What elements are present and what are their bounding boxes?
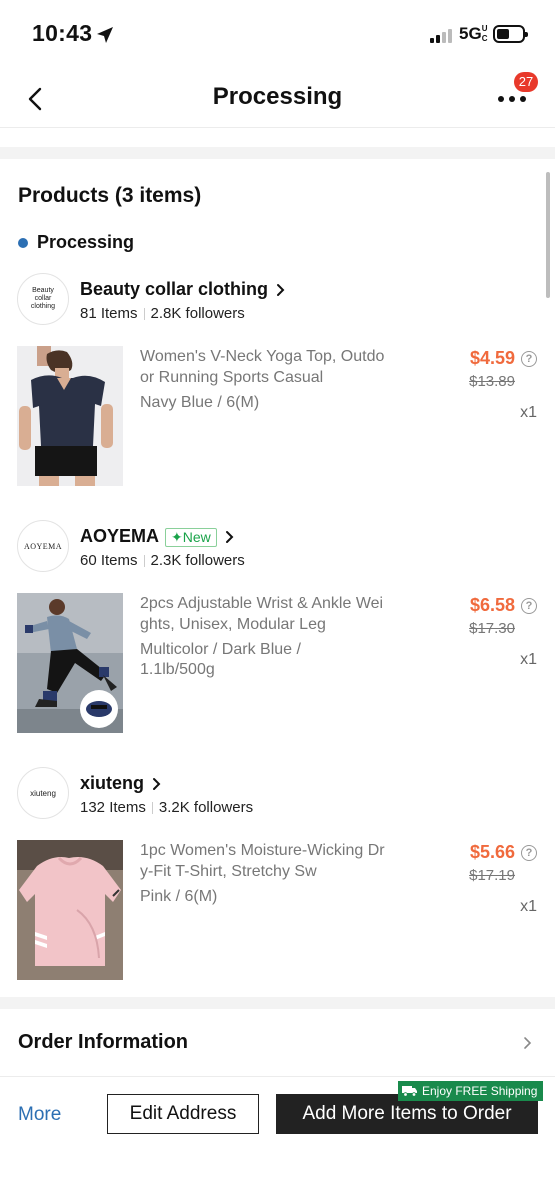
new-store-badge: ✦New: [165, 527, 217, 547]
divider: [0, 997, 555, 1009]
store-items-count: 81 Items: [80, 305, 138, 322]
product-title[interactable]: 1pc Women's Moisture-Wicking Dry-Fit T-S…: [140, 840, 385, 882]
location-arrow-icon: [97, 27, 113, 43]
notification-badge: 27: [514, 72, 538, 92]
status-time: 10:43: [32, 20, 93, 46]
price-value: $5.66: [469, 842, 515, 862]
battery-icon: [493, 25, 528, 43]
truck-icon: [402, 1086, 417, 1097]
page-title: Processing: [212, 83, 343, 110]
store-header[interactable]: xiuteng xiuteng 132 Items 3.2K followers: [17, 767, 537, 827]
product-variant: Pink / 6(M): [140, 888, 218, 905]
chevron-right-icon: [225, 531, 234, 544]
store-items-count: 60 Items: [80, 552, 138, 569]
store-header[interactable]: Beauty collar clothing Beauty collar clo…: [17, 273, 537, 333]
product-title[interactable]: Women's V-Neck Yoga Top, Outdoor Running…: [140, 346, 385, 388]
network-label: 5GUC: [459, 24, 488, 43]
question-icon[interactable]: ?: [521, 844, 537, 861]
product-image[interactable]: [17, 346, 123, 486]
chevron-right-icon: [277, 284, 285, 297]
product-pricing: $5.66? $17.19 x1: [469, 842, 537, 916]
store-header[interactable]: AOYEMA AOYEMA ✦New 60 Items 2.3K followers: [17, 520, 537, 580]
price-value: $6.58: [469, 595, 515, 615]
products-section-title: Products (3 items): [18, 184, 202, 207]
original-price: $17.30: [469, 620, 515, 637]
status-bar: 10:43 5GUC: [0, 0, 555, 70]
store-logo: AOYEMA: [17, 520, 69, 572]
signal-icon: [430, 29, 452, 43]
product-variant: Multicolor / Dark Blue / 1.1lb/500g: [140, 641, 301, 678]
product-image[interactable]: [17, 840, 123, 980]
product-pricing: $4.59? $13.89 x1: [469, 348, 537, 422]
store-followers: 3.2K followers: [158, 799, 254, 816]
store-items-count: 132 Items: [80, 799, 146, 816]
store-followers: 2.3K followers: [150, 552, 245, 569]
store-name-label: Beauty collar clothing: [80, 279, 269, 299]
chevron-right-icon: [153, 778, 161, 791]
product-pricing: $6.58? $17.30 x1: [469, 595, 537, 669]
product-variant: Navy Blue / 6(M): [140, 394, 260, 411]
edit-address-button[interactable]: Edit Address: [107, 1094, 259, 1134]
product-price: $6.58?: [470, 595, 537, 616]
order-information-label: Order Information: [18, 1031, 189, 1053]
scrollbar[interactable]: [546, 172, 550, 298]
store-stats: 132 Items 3.2K followers: [80, 799, 253, 816]
product-quantity: x1: [520, 404, 537, 421]
store-name[interactable]: AOYEMA ✦New: [80, 526, 235, 547]
store-name-label: xiuteng: [80, 773, 145, 793]
chevron-right-icon: [524, 1037, 532, 1049]
question-icon[interactable]: ?: [521, 597, 537, 614]
store-name[interactable]: Beauty collar clothing: [80, 279, 286, 300]
store-followers: 2.8K followers: [150, 305, 245, 322]
status-label: Processing: [37, 232, 135, 252]
status-dot-icon: [18, 237, 28, 248]
store-logo: xiuteng: [17, 767, 69, 819]
product-quantity: x1: [520, 898, 537, 915]
product-price: $4.59?: [470, 348, 537, 369]
store-logo: Beauty collar clothing: [17, 273, 69, 325]
store-name[interactable]: xiuteng: [80, 773, 162, 794]
divider: [0, 129, 555, 159]
store-stats: 60 Items 2.3K followers: [80, 552, 245, 569]
product-item[interactable]: 1pc Women's Moisture-Wicking Dry-Fit T-S…: [17, 840, 537, 980]
package-status: Processing: [18, 232, 134, 253]
store-stats: 81 Items 2.8K followers: [80, 305, 245, 322]
more-link[interactable]: More: [18, 1104, 61, 1126]
store-name-label: AOYEMA: [80, 526, 160, 546]
product-item[interactable]: 2pcs Adjustable Wrist & Ankle Weights, U…: [17, 593, 537, 733]
product-item[interactable]: Women's V-Neck Yoga Top, Outdoor Running…: [17, 346, 537, 486]
free-shipping-tag: Enjoy FREE Shipping: [398, 1081, 544, 1101]
store-logo-text: Beauty collar clothing: [30, 287, 56, 310]
store-logo-text: xiuteng: [30, 788, 56, 798]
product-quantity: x1: [520, 651, 537, 668]
order-information-row[interactable]: Order Information: [0, 1009, 555, 1077]
original-price: $17.19: [469, 867, 515, 884]
store-logo-text: AOYEMA: [23, 541, 63, 551]
price-value: $4.59: [469, 348, 515, 368]
product-image[interactable]: [17, 593, 123, 733]
question-icon[interactable]: ?: [521, 350, 537, 367]
nav-header: Processing: [0, 70, 555, 128]
product-price: $5.66?: [470, 842, 537, 863]
products-card: Products (3 items) Processing Beauty col…: [0, 159, 555, 997]
free-shipping-label: Enjoy FREE Shipping: [422, 1084, 538, 1098]
product-title[interactable]: 2pcs Adjustable Wrist & Ankle Weights, U…: [140, 593, 385, 635]
original-price: $13.89: [469, 373, 515, 390]
